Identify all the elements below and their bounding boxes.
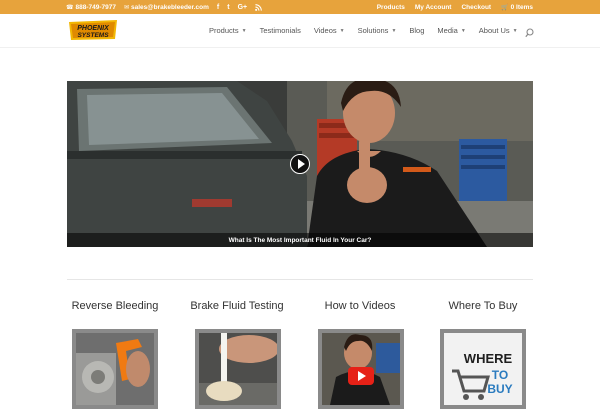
feature-title-how-to-videos[interactable]: How to Videos <box>300 300 420 312</box>
phone-number: 888-749-7977 <box>75 3 116 11</box>
chevron-down-icon: ▼ <box>241 27 247 34</box>
where-to-buy-line2: TO <box>492 368 508 382</box>
feature-title-where-to-buy[interactable]: Where To Buy <box>423 300 543 312</box>
brake-fluid-testing-thumbnail[interactable] <box>195 329 281 409</box>
nav-label: Media <box>437 26 458 35</box>
nav-solutions[interactable]: Solutions ▼ <box>358 26 397 35</box>
reverse-bleeding-thumbnail[interactable] <box>72 329 158 409</box>
play-icon <box>297 159 305 169</box>
rss-icon[interactable] <box>255 3 262 11</box>
how-to-videos-thumbnail[interactable] <box>318 329 404 409</box>
chevron-down-icon: ▼ <box>512 27 518 34</box>
nav-label: Testimonials <box>259 26 301 35</box>
site-header: PHOENIX SYSTEMS Products ▼ Testimonials V… <box>0 14 600 47</box>
nav-products[interactable]: Products ▼ <box>209 26 247 35</box>
phone-icon: ☎ <box>66 4 74 11</box>
facebook-icon[interactable]: f <box>217 4 219 11</box>
nav-testimonials[interactable]: Testimonials <box>260 26 301 35</box>
nav-label: Solutions <box>357 26 389 35</box>
nav-label: Videos <box>313 26 337 35</box>
where-to-buy-line3: BUY <box>487 382 512 396</box>
nav-videos[interactable]: Videos ▼ <box>314 26 345 35</box>
section-divider <box>67 279 533 280</box>
top-link-my-account[interactable]: My Account <box>415 4 452 11</box>
top-link-checkout[interactable]: Checkout <box>461 4 491 11</box>
main-nav: Products ▼ Testimonials Videos ▼ Solutions… <box>209 14 518 47</box>
site-logo[interactable]: PHOENIX SYSTEMS <box>67 19 119 41</box>
svg-text:PHOENIX: PHOENIX <box>77 25 110 32</box>
chevron-down-icon: ▼ <box>339 27 345 34</box>
chevron-down-icon: ▼ <box>391 27 397 34</box>
nav-about-us[interactable]: About Us ▼ <box>479 26 518 35</box>
nav-label: Blog <box>409 26 425 35</box>
cart-icon: 🛒 <box>501 4 509 11</box>
nav-label: Products <box>209 26 239 35</box>
email-address: sales@brakebleeder.com <box>131 3 209 11</box>
play-button[interactable] <box>290 154 310 174</box>
svg-text:SYSTEMS: SYSTEMS <box>77 32 109 39</box>
where-to-buy-line1: WHERE <box>464 351 513 366</box>
google-plus-icon[interactable]: G+ <box>238 4 248 11</box>
chevron-down-icon: ▼ <box>460 27 466 34</box>
twitter-icon[interactable]: t <box>227 4 229 11</box>
cart-count: 0 Items <box>510 3 533 11</box>
phone-contact[interactable]: ☎ 888-749-7977 <box>66 4 116 11</box>
nav-label: About Us <box>478 26 510 35</box>
envelope-icon: ✉ <box>123 4 129 11</box>
cart-link[interactable]: 🛒 0 Items <box>501 4 533 11</box>
video-caption: What Is The Most Important Fluid In Your… <box>67 233 533 247</box>
top-bar: ☎ 888-749-7977 ✉ sales@brakebleeder.com … <box>0 0 600 14</box>
top-link-products[interactable]: Products <box>377 4 405 11</box>
where-to-buy-thumbnail[interactable]: WHERE TO BUY <box>440 329 526 409</box>
search-icon[interactable] <box>525 25 534 38</box>
feature-title-brake-fluid-testing[interactable]: Brake Fluid Testing <box>177 300 297 312</box>
nav-blog[interactable]: Blog <box>409 26 424 35</box>
email-contact[interactable]: ✉ sales@brakebleeder.com <box>124 4 209 11</box>
feature-title-reverse-bleeding[interactable]: Reverse Bleeding <box>55 300 175 312</box>
nav-media[interactable]: Media ▼ <box>437 26 465 35</box>
